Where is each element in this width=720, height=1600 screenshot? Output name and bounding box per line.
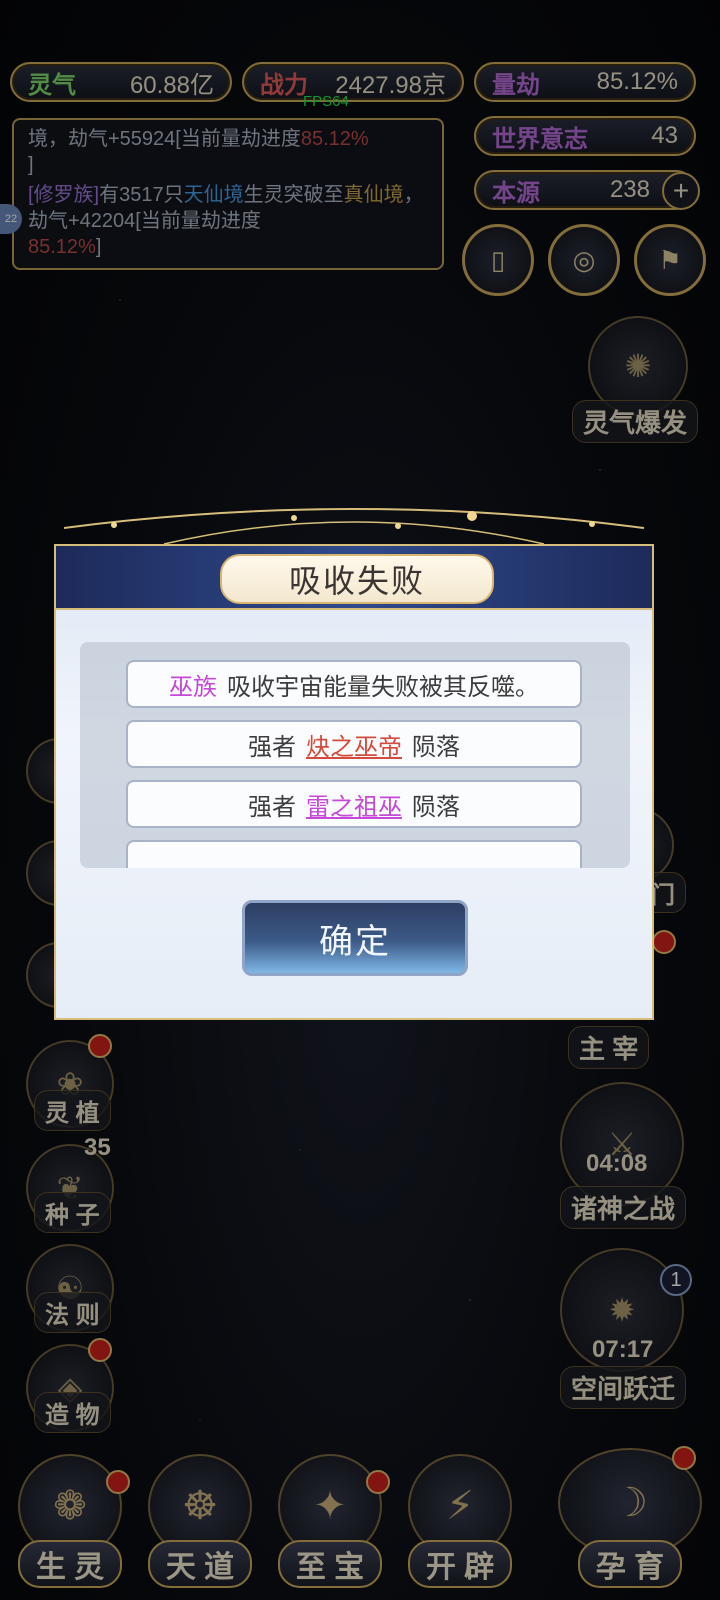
result-row-partial <box>126 840 582 868</box>
race-name: 巫族 <box>169 673 217 701</box>
row-suffix: 陨落 <box>412 733 460 761</box>
fallen-name-link[interactable]: 炔之巫帝 <box>306 727 402 762</box>
result-row: 强者 炔之巫帝 陨落 <box>126 720 582 768</box>
row-prefix: 强者 <box>248 733 296 761</box>
result-row: 巫族 吸收宇宙能量失败被其反噬。 <box>126 660 582 708</box>
row-suffix: 陨落 <box>412 793 460 821</box>
row-prefix: 强者 <box>248 793 296 821</box>
absorb-fail-dialog: 吸收失败 巫族 吸收宇宙能量失败被其反噬。 强者 炔之巫帝 陨落 强者 雷之祖巫… <box>54 544 654 1020</box>
result-row: 强者 雷之祖巫 陨落 <box>126 780 582 828</box>
fallen-name-link[interactable]: 雷之祖巫 <box>306 787 402 822</box>
result-list[interactable]: 巫族 吸收宇宙能量失败被其反噬。 强者 炔之巫帝 陨落 强者 雷之祖巫 陨落 <box>80 642 630 868</box>
row-message: 吸收宇宙能量失败被其反噬。 <box>227 673 539 701</box>
confirm-button[interactable]: 确定 <box>242 900 468 976</box>
dialog-title: 吸收失败 <box>220 554 494 604</box>
